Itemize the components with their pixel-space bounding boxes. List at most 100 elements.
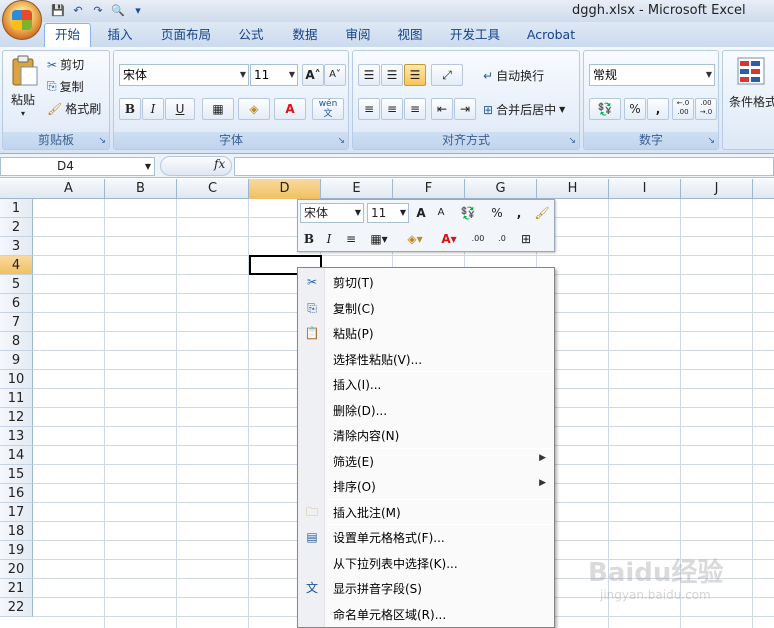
- row-header-4[interactable]: 4: [0, 256, 33, 275]
- office-button[interactable]: [2, 0, 42, 40]
- mini-bold-button[interactable]: B: [300, 229, 318, 249]
- mini-size-combo[interactable]: 11 ▼: [367, 203, 409, 223]
- mini-grow-font-button[interactable]: A: [412, 203, 430, 223]
- mini-merge-icon[interactable]: ⊞: [516, 229, 536, 249]
- context-menu-item[interactable]: 排序(O) ▶: [298, 474, 554, 498]
- copy-button[interactable]: ⎘ 复制: [47, 78, 84, 95]
- mini-decrease-decimal-icon[interactable]: .0: [492, 229, 512, 249]
- column-header-g[interactable]: G: [465, 179, 537, 199]
- context-menu-item[interactable]: 筛选(E) ▶: [298, 449, 554, 473]
- column-header-c[interactable]: C: [177, 179, 249, 199]
- insert-function-icon[interactable]: fx: [214, 157, 225, 171]
- context-menu-item[interactable]: 删除(D)...: [298, 398, 554, 422]
- row-header-15[interactable]: 15: [0, 465, 33, 484]
- context-menu-item[interactable]: ⎘ 复制(C): [298, 296, 554, 320]
- tab-home[interactable]: 开始: [44, 23, 91, 47]
- column-header-d[interactable]: D: [249, 179, 321, 199]
- row-header-13[interactable]: 13: [0, 427, 33, 446]
- row-header-7[interactable]: 7: [0, 313, 33, 332]
- mini-borders-icon[interactable]: ▦▾: [364, 229, 394, 249]
- mini-percent-button[interactable]: %: [488, 203, 506, 223]
- mini-font-combo[interactable]: 宋体 ▼: [300, 203, 364, 223]
- number-format-combo[interactable]: 常规 ▼: [589, 64, 715, 86]
- row-header-5[interactable]: 5: [0, 275, 33, 294]
- mini-currency-icon[interactable]: 💱: [454, 203, 482, 223]
- borders-icon[interactable]: ▦: [202, 98, 234, 120]
- grow-font-button[interactable]: A˄: [302, 64, 324, 86]
- cut-button[interactable]: ✂ 剪切: [47, 56, 84, 73]
- mini-center-icon[interactable]: ≡: [342, 229, 360, 249]
- print-preview-icon[interactable]: 🔍: [110, 3, 126, 19]
- align-bottom-icon[interactable]: ☰: [404, 64, 426, 86]
- tab-review[interactable]: 审阅: [338, 25, 378, 46]
- increase-indent-icon[interactable]: ⇥: [454, 98, 476, 120]
- context-menu-item[interactable]: 文 显示拼音字段(S): [298, 576, 554, 600]
- redo-icon[interactable]: ↷: [90, 3, 106, 19]
- row-header-22[interactable]: 22: [0, 598, 33, 617]
- tab-acrobat[interactable]: Acrobat: [522, 25, 580, 46]
- context-menu-item[interactable]: 插入(I)...: [298, 372, 554, 396]
- font-name-combo[interactable]: 宋体 ▼: [119, 64, 249, 86]
- mini-format-painter-icon[interactable]: 🖌: [532, 203, 552, 223]
- comma-button[interactable]: ,: [647, 98, 669, 120]
- row-header-10[interactable]: 10: [0, 370, 33, 389]
- context-menu-item[interactable]: ✂ 剪切(T): [298, 270, 554, 294]
- formula-input[interactable]: [234, 157, 774, 176]
- underline-button[interactable]: U: [165, 98, 195, 120]
- context-menu-item[interactable]: 清除内容(N): [298, 423, 554, 447]
- column-header-j[interactable]: J: [681, 179, 753, 199]
- mini-italic-button[interactable]: I: [320, 229, 338, 249]
- row-header-21[interactable]: 21: [0, 579, 33, 598]
- row-header-3[interactable]: 3: [0, 237, 33, 256]
- context-menu-item[interactable]: 📋 粘贴(P): [298, 321, 554, 345]
- merge-center-button[interactable]: ⊞ 合并后居中 ▼: [483, 101, 565, 118]
- mini-increase-decimal-icon[interactable]: .00: [468, 229, 488, 249]
- row-header-2[interactable]: 2: [0, 218, 33, 237]
- fill-color-icon[interactable]: ◈: [238, 98, 270, 120]
- clipboard-launcher-icon[interactable]: ↘: [98, 136, 106, 146]
- tab-insert[interactable]: 插入: [100, 25, 140, 46]
- column-header-f[interactable]: F: [393, 179, 465, 199]
- align-middle-icon[interactable]: ☰: [381, 64, 403, 86]
- tab-view[interactable]: 视图: [390, 25, 430, 46]
- customize-qat-icon[interactable]: ▾: [130, 3, 146, 19]
- mini-fill-color-icon[interactable]: ◈▾: [400, 229, 430, 249]
- context-menu-item[interactable]: 从下拉列表中选择(K)...: [298, 551, 554, 575]
- orientation-icon[interactable]: ⤢: [431, 64, 463, 86]
- format-painter-button[interactable]: 🖌 格式刷: [47, 100, 101, 117]
- align-top-icon[interactable]: ☰: [358, 64, 380, 86]
- name-box[interactable]: D4 ▼: [0, 157, 155, 176]
- mini-shrink-font-button[interactable]: A: [432, 203, 450, 223]
- row-header-19[interactable]: 19: [0, 541, 33, 560]
- align-center-icon[interactable]: ≡: [381, 98, 403, 120]
- row-header-1[interactable]: 1: [0, 199, 33, 218]
- align-right-icon[interactable]: ≡: [404, 98, 426, 120]
- decrease-decimal-button[interactable]: .00 →.0: [695, 98, 717, 120]
- italic-button[interactable]: I: [142, 98, 164, 120]
- context-menu-item[interactable]: ▤ 设置单元格格式(F)...: [298, 525, 554, 549]
- row-header-9[interactable]: 9: [0, 351, 33, 370]
- paste-dropdown-icon[interactable]: ▾: [21, 109, 25, 118]
- percent-button[interactable]: %: [624, 98, 646, 120]
- decrease-indent-icon[interactable]: ⇤: [431, 98, 453, 120]
- tab-formulas[interactable]: 公式: [230, 25, 272, 46]
- wrap-text-button[interactable]: ↵ 自动换行: [483, 67, 544, 84]
- alignment-launcher-icon[interactable]: ↘: [568, 136, 576, 146]
- column-header-h[interactable]: H: [537, 179, 609, 199]
- row-header-12[interactable]: 12: [0, 408, 33, 427]
- bold-button[interactable]: B: [119, 98, 141, 120]
- number-launcher-icon[interactable]: ↘: [707, 136, 715, 146]
- save-icon[interactable]: 💾: [50, 3, 66, 19]
- row-header-6[interactable]: 6: [0, 294, 33, 313]
- currency-icon[interactable]: 💱: [589, 98, 621, 120]
- increase-decimal-button[interactable]: ←.0 .00: [672, 98, 694, 120]
- context-menu-item[interactable]: 命名单元格区域(R)...: [298, 602, 554, 626]
- column-header-i[interactable]: I: [609, 179, 681, 199]
- font-launcher-icon[interactable]: ↘: [337, 136, 345, 146]
- paste-button[interactable]: 粘贴: [11, 91, 35, 108]
- row-header-8[interactable]: 8: [0, 332, 33, 351]
- tab-developer[interactable]: 开发工具: [444, 25, 506, 46]
- undo-icon[interactable]: ↶: [70, 3, 86, 19]
- shrink-font-button[interactable]: A˅: [324, 64, 346, 86]
- font-color-button[interactable]: A: [274, 98, 306, 120]
